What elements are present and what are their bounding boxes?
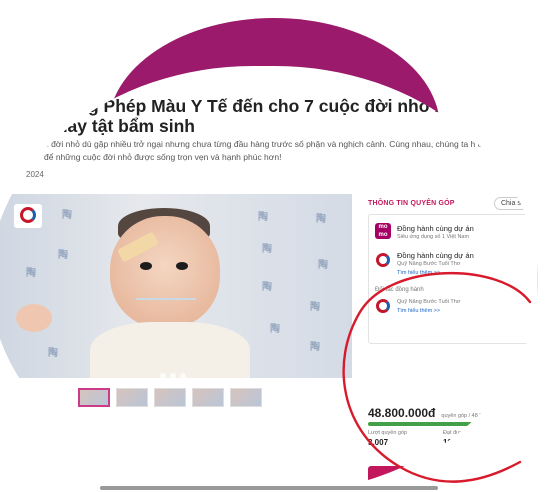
thumbnail[interactable] <box>154 388 186 407</box>
share-button[interactable]: Chia sẻ › <box>493 196 536 210</box>
progress-fill <box>368 422 536 426</box>
stat-value: 100% <box>442 438 464 447</box>
charity-logo <box>14 204 42 228</box>
charity-logo-icon <box>376 253 390 267</box>
campaign-date: 2024 <box>26 170 44 179</box>
stat: Lượt quyên góp 3.007 <box>368 430 407 447</box>
thumbnail[interactable] <box>192 388 224 407</box>
blanket-pattern: 陶 <box>48 348 58 359</box>
blanket-pattern: 陶 <box>310 342 320 353</box>
stat: Đạt được 100% <box>443 430 466 447</box>
bottom-shadow-bar <box>100 486 438 490</box>
amount-row: 48.800.000đ quyên góp / 48.800.000đ <box>368 406 502 420</box>
blanket-pattern: 陶 <box>316 214 326 225</box>
baby-hand <box>16 304 52 332</box>
donation-sidebar: THÔNG TIN QUYÊN GÓP Chia sẻ › mo mo Đồng … <box>368 194 538 492</box>
thumbnail[interactable] <box>230 388 262 407</box>
learn-more-link[interactable]: Tìm hiểu thêm >> <box>397 270 440 276</box>
carousel-dot[interactable] <box>170 373 176 378</box>
partner-name: Đồng hành cùng dự án <box>397 224 474 233</box>
blanket-pattern: 陶 <box>262 282 272 293</box>
campaign-page: mang Phép Màu Y Tế đến cho 7 cuộc đời nh… <box>0 66 538 492</box>
blanket-pattern: 陶 <box>262 244 272 255</box>
carousel-dots[interactable] <box>160 366 200 378</box>
momo-logo-icon: mo mo <box>375 223 391 239</box>
blanket-pattern: 陶 <box>270 324 280 335</box>
screenshot-frame: mang Phép Màu Y Tế đến cho 7 cuộc đời nh… <box>0 0 546 492</box>
thumbnail-strip <box>78 388 262 407</box>
baby-eye <box>176 262 188 270</box>
blanket-pattern: 陶 <box>258 212 268 223</box>
partner-card: mo mo Đồng hành cùng dự án Siêu ứng dụng … <box>368 214 538 344</box>
campaign-title: mang Phép Màu Y Tế đến cho 7 cuộc đời nh… <box>52 96 487 136</box>
thumbnail[interactable] <box>116 388 148 407</box>
charity-logo-icon <box>376 299 390 313</box>
carousel-dot[interactable] <box>180 373 186 378</box>
blanket-pattern: 陶 <box>62 210 72 221</box>
partner-sub: Quỹ Nâng Bước Tuổi Thơ <box>397 261 461 267</box>
partner-sub: Siêu ứng dụng số 1 Việt Nam <box>397 234 470 240</box>
stats-row: Lượt quyên góp 3.007 Đạt được 100% Đã đạ… <box>368 430 536 447</box>
blanket-pattern: 陶 <box>318 260 328 271</box>
stat: Đã đạt mục t <box>502 430 536 447</box>
carousel-dot[interactable] <box>160 373 166 378</box>
blanket-pattern: 陶 <box>58 250 68 261</box>
stat-label: Đạt được <box>442 430 467 436</box>
progress-bar <box>368 422 536 426</box>
thumbnail[interactable] <box>78 388 110 407</box>
stat-label: Lượt quyên góp <box>368 430 408 436</box>
raised-amount: 48.800.000đ <box>368 406 436 420</box>
learn-more-link[interactable]: Tìm hiểu thêm >> <box>397 308 440 314</box>
campaign-photo[interactable]: 陶 陶 陶 陶 陶 陶 陶 陶 陶 陶 陶 陶 <box>0 194 352 378</box>
baby-eye <box>140 262 152 270</box>
baby-face <box>110 216 220 328</box>
stat-value: 3.007 <box>368 438 389 447</box>
blanket-pattern: 陶 <box>310 302 320 313</box>
campaign-description: h đời nhỏ dù gặp nhiều trở ngại nhưng ch… <box>44 139 523 162</box>
partner-org: Quỹ Nâng Bước Tuổi Thơ <box>397 299 461 305</box>
blanket-pattern: 陶 <box>26 268 36 279</box>
charity-logo-icon <box>20 207 36 223</box>
circular-crop: mang Phép Màu Y Tế đến cho 7 cuộc đời nh… <box>0 66 538 492</box>
partner-name: Đồng hành cùng dự án <box>397 251 474 260</box>
oxygen-tube <box>136 298 196 300</box>
section-title: THÔNG TIN QUYÊN GÓP <box>368 199 455 207</box>
goal-text: quyên góp / 48.800.000đ <box>441 413 503 419</box>
goal-reached-label: Đã đạt mục t <box>501 430 536 436</box>
partner-label: Đối tác đồng hành <box>375 287 424 293</box>
sidebar-header: THÔNG TIN QUYÊN GÓP Chia sẻ › <box>368 194 536 212</box>
